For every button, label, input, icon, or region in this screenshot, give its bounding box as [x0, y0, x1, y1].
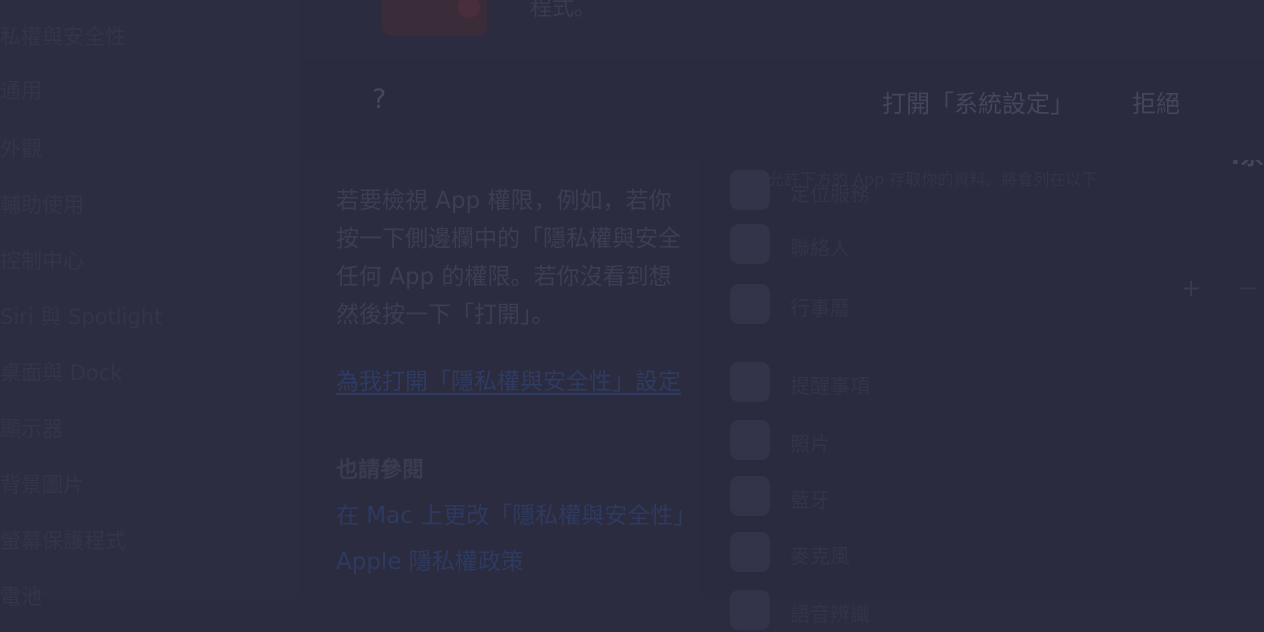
speech-recognition-icon: [730, 590, 770, 630]
help-button[interactable]: ?: [372, 84, 386, 115]
permission-row[interactable]: 聯絡人: [730, 224, 1250, 266]
deny-button[interactable]: 拒絕: [1132, 84, 1180, 119]
photos-icon: [730, 420, 770, 460]
settings-window: .系 允許下方的 App 存取你的資料。將會列在以下 定位服務 聯絡人 行事曆 …: [700, 142, 1264, 630]
calendar-icon: [730, 284, 770, 324]
permission-row[interactable]: 定位服務: [730, 170, 1250, 212]
permission-label: 定位服務: [790, 182, 870, 206]
permission-row[interactable]: 行事曆: [730, 284, 1250, 326]
permission-label: 提醒事項: [790, 374, 870, 398]
see-also-link[interactable]: 在 Mac 上更改「隱私權與安全性」: [336, 496, 704, 530]
article-top-text: 程式。: [530, 0, 597, 21]
sidebar: 私權與安全性 通用 外觀 輔助使用 控制中心 Siri 與 Spotlight …: [0, 0, 300, 609]
permission-label: 麥克風: [790, 544, 850, 568]
permission-row[interactable]: 語音辨識: [730, 590, 1250, 632]
sidebar-item[interactable]: 通用: [0, 78, 260, 104]
camera-icon: [458, 0, 480, 18]
article-paragraph: 若要檢視 App 權限，例如，若你 按一下側邊欄中的「隱私權與安全 任何 App…: [336, 188, 681, 328]
sidebar-item[interactable]: 電池: [0, 584, 260, 610]
sidebar-item[interactable]: 螢幕保護程式: [0, 528, 260, 554]
permission-label: 聯絡人: [790, 236, 850, 260]
remove-button[interactable]: −: [1238, 274, 1258, 302]
add-button[interactable]: +: [1181, 274, 1201, 302]
permission-row[interactable]: 提醒事項: [730, 362, 1250, 404]
permission-label: 藍牙: [790, 488, 830, 512]
see-also-heading: 也請參閱: [336, 458, 425, 483]
sidebar-item[interactable]: 輔助使用: [0, 192, 260, 218]
dialog-button-bar: ? 打開「系統設定」 拒絕: [300, 60, 1264, 160]
contacts-icon: [730, 224, 770, 264]
permission-row[interactable]: 照片: [730, 420, 1250, 462]
permission-row[interactable]: 藍牙: [730, 476, 1250, 518]
sidebar-item[interactable]: 背景圖片: [0, 472, 260, 498]
reminders-icon: [730, 362, 770, 402]
bluetooth-icon: [730, 476, 770, 516]
location-icon: [730, 170, 770, 210]
permission-label: 行事曆: [790, 296, 850, 320]
permission-label: 語音辨識: [790, 602, 870, 626]
sidebar-item[interactable]: 桌面與 Dock: [0, 360, 260, 386]
sidebar-item[interactable]: 控制中心: [0, 248, 260, 274]
open-privacy-settings-link[interactable]: 為我打開「隱私權與安全性」設定: [336, 362, 704, 396]
app-icon: [382, 0, 487, 36]
see-also-link[interactable]: Apple 隱私權政策: [336, 542, 704, 576]
sidebar-item[interactable]: 外觀: [0, 136, 260, 162]
open-system-settings-button[interactable]: 打開「系統設定」: [882, 84, 1074, 119]
permission-label: 照片: [790, 432, 830, 456]
permission-row[interactable]: 麥克風: [730, 532, 1250, 574]
sidebar-item[interactable]: 私權與安全性: [0, 24, 260, 50]
microphone-icon: [730, 532, 770, 572]
sidebar-item[interactable]: 顯示器: [0, 416, 260, 442]
sidebar-item[interactable]: Siri 與 Spotlight: [0, 304, 260, 330]
